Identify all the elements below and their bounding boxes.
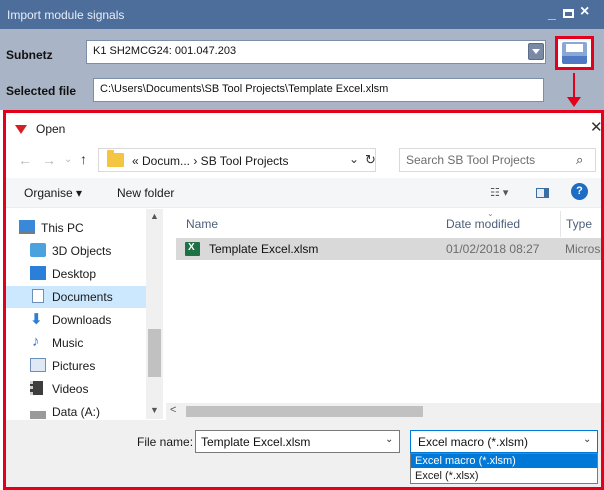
navigation-pane: This PC 3D Objects Desktop Documents ⬇ D… (6, 209, 163, 419)
window-titlebar: Import module signals _ × (0, 0, 604, 29)
subnetz-value: K1 SH2MCG24: 001.047.203 (93, 45, 237, 57)
file-name-label: File name: (137, 435, 194, 449)
nav-item-label: Desktop (52, 267, 97, 281)
nav-item-data-drive[interactable]: Data (A:) (6, 401, 146, 419)
scroll-down-icon[interactable]: ▼ (150, 405, 159, 415)
nav-item-label: Documents (52, 290, 113, 304)
nav-item-label: Downloads (52, 313, 112, 327)
file-type-option-xlsx[interactable]: Excel (*.xlsx) (411, 469, 597, 483)
change-view-button[interactable]: ☷ ▾ (490, 186, 508, 199)
minimize-button[interactable]: _ (548, 5, 556, 21)
scrollbar-thumb[interactable] (148, 329, 161, 377)
navigation-pane-scrollbar[interactable]: ▲ ▼ (146, 209, 163, 419)
file-date-cell: 01/02/2018 08:27 (446, 242, 540, 256)
search-icon[interactable]: ⌕ (576, 152, 583, 168)
dialog-close-button[interactable]: ✕ (590, 118, 601, 136)
column-header-date-modified[interactable]: Date modified (446, 217, 520, 231)
subnetz-label: Subnetz (6, 48, 53, 62)
selected-file-label: Selected file (6, 84, 77, 98)
selected-file-path: C:\Users\Documents\SB Tool Projects\Temp… (100, 83, 389, 95)
scroll-up-icon[interactable]: ▲ (150, 211, 159, 221)
back-arrow-icon[interactable]: ← (18, 152, 32, 168)
drive-icon (30, 411, 46, 419)
dialog-toolbar: Organise ▾ New folder ☷ ▾ ? (6, 178, 601, 208)
nav-item-label: Videos (52, 382, 89, 396)
chevron-down-icon[interactable]: ⌄ (385, 434, 393, 445)
maximize-button[interactable] (563, 9, 574, 18)
help-icon[interactable]: ? (571, 183, 588, 200)
nav-item-3d-objects[interactable]: 3D Objects (6, 240, 146, 262)
subnetz-dropdown-button[interactable] (528, 43, 544, 60)
folder-icon (107, 150, 124, 167)
up-folder-arrow-icon[interactable]: ↑ (80, 151, 87, 167)
scrollbar-thumb[interactable] (186, 406, 423, 417)
file-type-option-xlsm[interactable]: Excel macro (*.xlsm) (411, 454, 597, 468)
file-type-cell: Microsoft (565, 242, 601, 256)
new-folder-button[interactable]: New folder (117, 186, 174, 200)
search-box[interactable]: ⌕ (399, 148, 596, 172)
file-name-combobox[interactable]: ⌄ (195, 430, 400, 453)
file-type-select[interactable]: Excel macro (*.xlsm) ⌄ (410, 430, 598, 453)
preview-pane-icon[interactable] (536, 188, 549, 198)
download-arrow-icon: ⬇ (30, 311, 43, 328)
nav-item-label: 3D Objects (52, 244, 112, 258)
breadcrumb[interactable]: « Docum... › SB Tool Projects (132, 154, 289, 168)
app-logo-icon (15, 125, 27, 134)
music-note-icon: ♪ (32, 333, 40, 350)
nav-item-label: Music (52, 336, 84, 350)
nav-item-this-pc[interactable]: This PC (6, 217, 146, 239)
floppy-disk-icon (562, 42, 587, 64)
nav-item-label: Pictures (52, 359, 96, 373)
annotation-arrow-line (573, 73, 575, 99)
dialog-title: Open (36, 122, 66, 136)
file-list-horizontal-scrollbar[interactable]: < (166, 403, 601, 420)
desktop-icon (30, 266, 46, 280)
file-type-dropdown-list: Excel macro (*.xlsm) Excel (*.xlsx) (410, 453, 598, 484)
file-name-input[interactable] (196, 431, 376, 452)
pictures-icon (30, 358, 46, 372)
refresh-icon[interactable]: ↻ (365, 152, 376, 168)
annotation-arrow-head (567, 97, 581, 107)
nav-item-documents[interactable]: Documents (6, 286, 146, 308)
cube-icon (30, 243, 46, 257)
import-module-signals-window: Import module signals _ × Subnetz K1 SH2… (0, 0, 604, 110)
pc-icon (19, 220, 35, 234)
nav-item-downloads[interactable]: ⬇ Downloads (6, 309, 146, 331)
film-icon (30, 381, 43, 395)
subnetz-dropdown[interactable]: K1 SH2MCG24: 001.047.203 (86, 40, 546, 64)
column-divider[interactable] (560, 211, 561, 237)
nav-item-music[interactable]: ♪ Music (6, 332, 146, 354)
file-name-cell: Template Excel.xlsm (209, 242, 319, 256)
organise-menu-button[interactable]: Organise ▾ (24, 186, 82, 200)
close-window-button[interactable]: × (580, 3, 589, 21)
nav-item-label: Data (A:) (52, 405, 101, 419)
nav-item-desktop[interactable]: Desktop (6, 263, 146, 285)
file-type-selected-value: Excel macro (*.xlsm) (418, 435, 529, 449)
scroll-left-icon[interactable]: < (170, 404, 176, 416)
window-title: Import module signals (7, 8, 125, 22)
file-list: Name ⌄ Date modified Type Template Excel… (166, 209, 601, 403)
excel-file-icon (185, 242, 200, 256)
recent-locations-chevron-icon[interactable]: ⌄ (64, 154, 72, 165)
forward-arrow-icon[interactable]: → (42, 152, 56, 168)
dialog-footer: File name: ⌄ Excel macro (*.xlsm) ⌄ Exce… (6, 420, 601, 487)
open-file-dialog: Open ✕ ← → ⌄ ↑ « Docum... › SB Tool Proj… (3, 110, 604, 490)
chevron-down-icon[interactable]: ⌄ (583, 434, 591, 445)
browse-file-button[interactable] (555, 36, 594, 70)
table-row[interactable]: Template Excel.xlsm 01/02/2018 08:27 Mic… (176, 238, 601, 260)
address-history-chevron-icon[interactable]: ⌄ (349, 152, 359, 166)
column-header-name[interactable]: Name (186, 217, 218, 231)
nav-item-videos[interactable]: Videos (6, 378, 146, 400)
column-header-type[interactable]: Type (566, 217, 592, 231)
search-input[interactable] (400, 149, 570, 171)
nav-item-pictures[interactable]: Pictures (6, 355, 146, 377)
selected-file-field[interactable]: C:\Users\Documents\SB Tool Projects\Temp… (93, 78, 544, 102)
documents-icon (32, 289, 44, 303)
address-bar[interactable]: « Docum... › SB Tool Projects ⌄ ↻ (98, 148, 376, 172)
nav-item-label: This PC (41, 221, 84, 235)
